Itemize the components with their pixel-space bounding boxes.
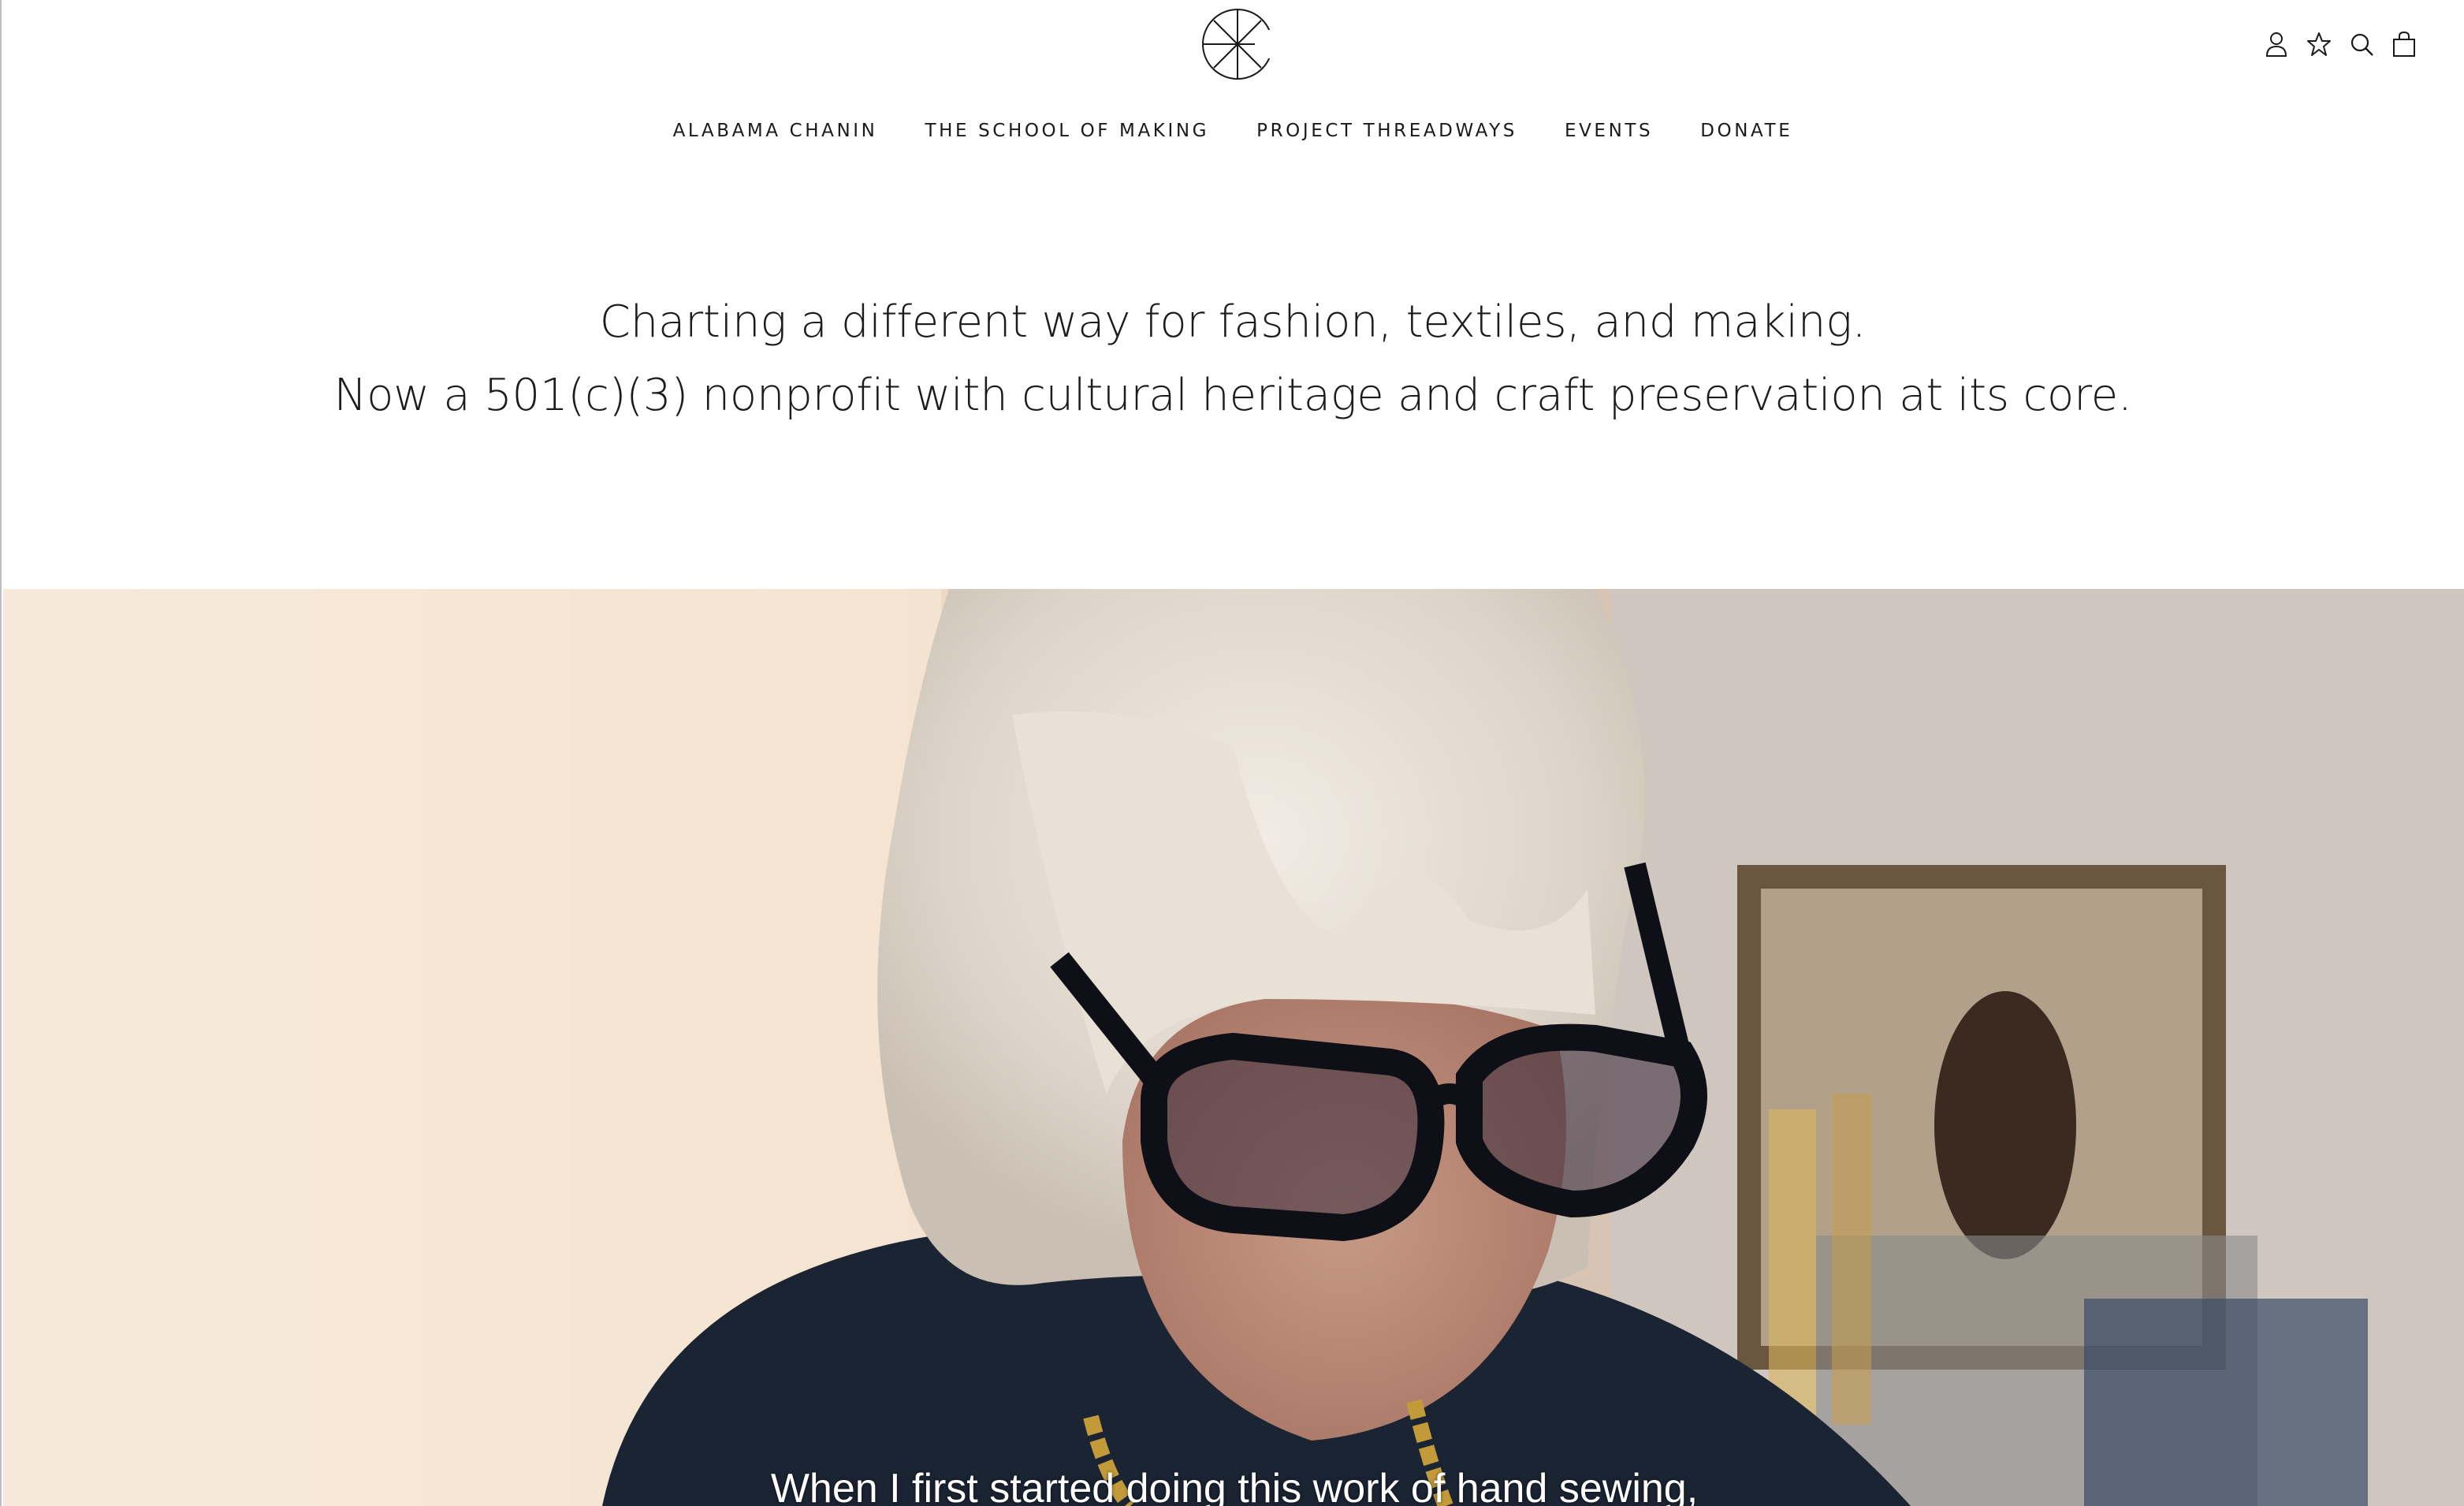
nav-item-donate[interactable]: DONATE — [1677, 115, 1816, 147]
site-header: ALABAMA CHANIN THE SCHOOL OF MAKING PROJ… — [2, 0, 2464, 158]
alabama-chanin-logo[interactable] — [1200, 6, 1275, 82]
nav-item-project-threadways[interactable]: PROJECT THREADWAYS — [1233, 115, 1541, 147]
main-nav: ALABAMA CHANIN THE SCHOOL OF MAKING PROJ… — [2, 115, 2464, 147]
hero-video[interactable]: When I first started doing this work of … — [3, 589, 2464, 1506]
hero-tagline: Charting a different way for fashion, te… — [2, 285, 2464, 432]
cart-bag-icon[interactable] — [2391, 30, 2417, 58]
header-icons — [2264, 30, 2417, 58]
nav-item-school-of-making[interactable]: THE SCHOOL OF MAKING — [902, 115, 1234, 147]
nav-item-events[interactable]: EVENTS — [1541, 115, 1677, 147]
video-caption: When I first started doing this work of … — [770, 1466, 1699, 1506]
account-icon[interactable] — [2264, 30, 2289, 58]
video-frame-image — [3, 589, 2464, 1506]
tagline-line-1: Charting a different way for fashion, te… — [599, 296, 1867, 348]
nav-item-alabama-chanin[interactable]: ALABAMA CHANIN — [649, 115, 902, 147]
tagline-line-2: Now a 501(c)(3) nonprofit with cultural … — [333, 370, 2132, 421]
page: ALABAMA CHANIN THE SCHOOL OF MAKING PROJ… — [0, 0, 2464, 1506]
wishlist-star-icon[interactable] — [2306, 30, 2332, 58]
search-icon[interactable] — [2349, 30, 2374, 58]
